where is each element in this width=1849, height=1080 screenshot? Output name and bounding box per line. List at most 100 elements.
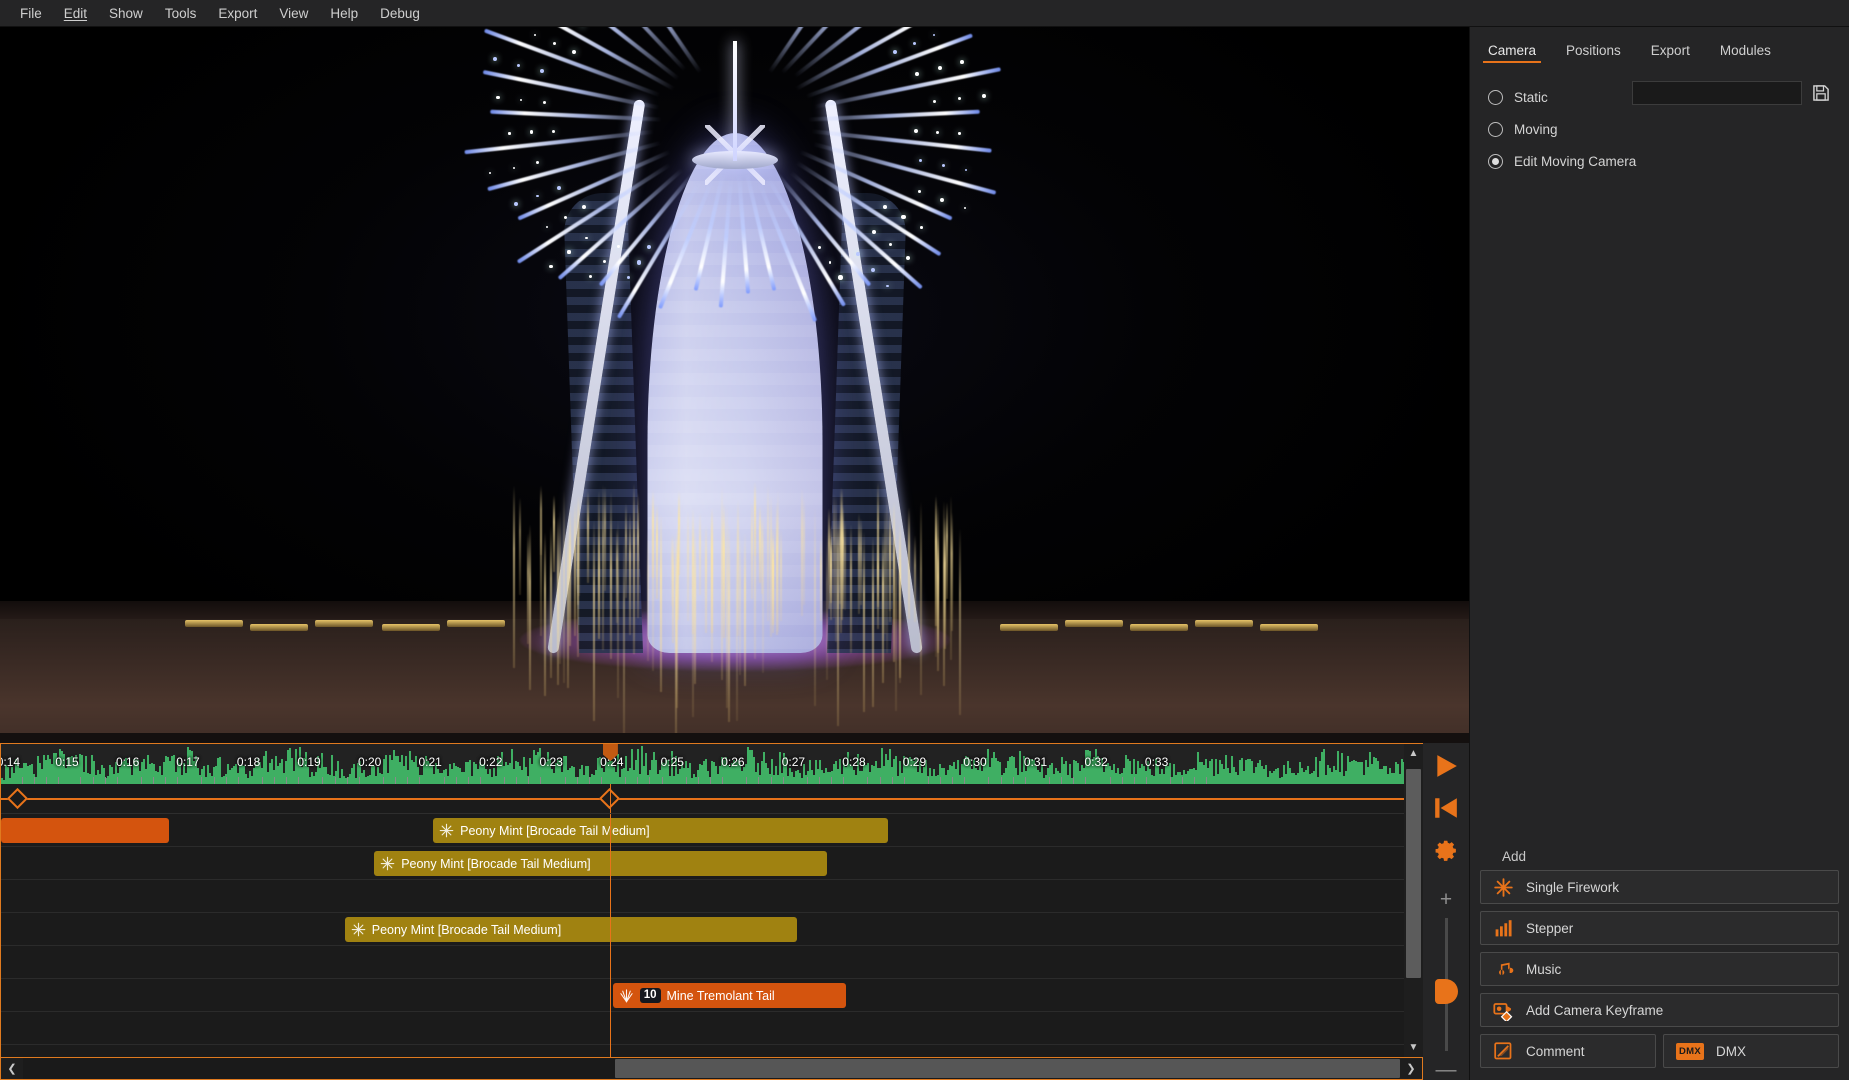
tab-positions[interactable]: Positions bbox=[1554, 37, 1633, 67]
scene-viewport-3d[interactable] bbox=[0, 27, 1469, 743]
timeline-minor-tick bbox=[80, 777, 81, 784]
timeline-minor-tick bbox=[880, 777, 881, 784]
clip-tracks[interactable]: Peony Mint [Brocade Tail Medium] Peony Mi… bbox=[1, 814, 1404, 1057]
menu-item-export[interactable]: Export bbox=[207, 2, 268, 25]
tab-modules[interactable]: Modules bbox=[1708, 37, 1783, 67]
menu-item-edit[interactable]: Edit bbox=[53, 2, 98, 25]
firework-spark bbox=[883, 205, 887, 209]
cascade-tail bbox=[835, 495, 837, 643]
timeline-clip[interactable]: Peony Mint [Brocade Tail Medium] bbox=[374, 851, 827, 876]
timeline-track-row[interactable] bbox=[1, 1012, 1404, 1045]
timeline-minor-tick bbox=[1134, 777, 1135, 784]
scroll-up-icon[interactable]: ▲ bbox=[1404, 744, 1423, 763]
scroll-left-icon[interactable]: ❮ bbox=[1, 1058, 23, 1079]
scroll-down-icon[interactable]: ▼ bbox=[1404, 1038, 1423, 1057]
cascade-tail bbox=[647, 528, 649, 661]
menu-item-show[interactable]: Show bbox=[98, 2, 154, 25]
playhead-handle[interactable] bbox=[603, 744, 618, 761]
timeline-settings-button[interactable] bbox=[1429, 833, 1463, 867]
timeline-minor-tick bbox=[1073, 777, 1074, 784]
zoom-slider-track[interactable] bbox=[1445, 918, 1448, 1051]
cascade-tail bbox=[920, 501, 922, 695]
tab-export[interactable]: Export bbox=[1639, 37, 1702, 67]
menu-item-tools[interactable]: Tools bbox=[154, 2, 208, 25]
hscroll-track[interactable] bbox=[23, 1058, 1400, 1079]
timeline-clip[interactable]: Peony Mint [Brocade Tail Medium] bbox=[345, 917, 797, 942]
camera-mode-edit-moving[interactable]: Edit Moving Camera bbox=[1488, 145, 1831, 177]
timeline-clip-selected[interactable] bbox=[1, 818, 169, 843]
timeline-track-row[interactable] bbox=[1, 946, 1404, 979]
timeline-horizontal-scrollbar[interactable]: ❮ ❯ bbox=[0, 1058, 1423, 1080]
play-icon bbox=[1433, 753, 1459, 779]
add-dmx-button[interactable]: DMX DMX bbox=[1663, 1034, 1839, 1068]
zoom-in-icon[interactable]: + bbox=[1440, 889, 1452, 910]
cascade-tail bbox=[676, 530, 678, 708]
audio-waveform[interactable]: 0:140:150:160:170:180:190:200:210:220:23… bbox=[1, 744, 1404, 784]
timeline-minor-tick bbox=[686, 777, 687, 784]
cascade-tail bbox=[593, 519, 595, 721]
gear-icon bbox=[1434, 838, 1459, 863]
music-note-icon bbox=[1493, 959, 1514, 980]
add-single-firework-button[interactable]: Single Firework bbox=[1480, 870, 1839, 904]
timeline-clip[interactable]: Peony Mint [Brocade Tail Medium] bbox=[433, 818, 888, 843]
timeline-minor-tick bbox=[468, 777, 469, 784]
timeline-playhead[interactable] bbox=[610, 814, 611, 1057]
menu-item-view[interactable]: View bbox=[268, 2, 319, 25]
zoom-slider-handle[interactable] bbox=[1435, 979, 1458, 1004]
timeline-canvas[interactable]: 0:140:150:160:170:180:190:200:210:220:23… bbox=[0, 743, 1404, 1058]
firework-spark bbox=[493, 57, 497, 61]
timeline-zoom-slider[interactable]: + — bbox=[1423, 889, 1469, 1080]
timeline-minor-tick bbox=[238, 777, 239, 784]
timeline-vertical-scrollbar[interactable]: ▲ ▼ bbox=[1404, 743, 1423, 1058]
cascade-tail bbox=[728, 523, 730, 722]
camera-keyframe-track[interactable] bbox=[1, 784, 1404, 814]
timeline-minor-tick bbox=[201, 777, 202, 784]
menu-item-file[interactable]: File bbox=[9, 2, 53, 25]
timeline-track-row[interactable] bbox=[1, 880, 1404, 913]
firework-spark bbox=[496, 96, 499, 99]
camera-keyframe-marker[interactable] bbox=[7, 788, 28, 809]
add-panel-title: Add bbox=[1480, 849, 1839, 870]
menu-item-help[interactable]: Help bbox=[319, 2, 369, 25]
radio-moving[interactable] bbox=[1488, 122, 1503, 137]
timeline-minor-tick bbox=[698, 777, 699, 784]
timeline-minor-tick bbox=[347, 777, 348, 784]
timeline-clip[interactable]: 10Mine Tremolant Tail bbox=[613, 983, 846, 1008]
zoom-out-icon[interactable]: — bbox=[1436, 1059, 1457, 1080]
scroll-right-icon[interactable]: ❯ bbox=[1400, 1058, 1422, 1079]
timeline-minor-tick bbox=[1085, 777, 1086, 784]
add-music-button[interactable]: Music bbox=[1480, 952, 1839, 986]
camera-name-input[interactable] bbox=[1632, 81, 1802, 105]
add-bottom-row: Comment DMX DMX bbox=[1480, 1034, 1839, 1068]
cascade-tail bbox=[780, 529, 782, 621]
cascade-tail bbox=[678, 491, 680, 574]
rewind-to-start-button[interactable] bbox=[1429, 791, 1463, 825]
timeline-minor-tick bbox=[214, 777, 215, 784]
vscroll-track[interactable] bbox=[1404, 763, 1423, 1038]
timeline-minor-tick bbox=[1061, 777, 1062, 784]
add-camera-keyframe-button[interactable]: Add Camera Keyframe bbox=[1480, 993, 1839, 1027]
firework-spark bbox=[589, 275, 592, 278]
add-comment-button[interactable]: Comment bbox=[1480, 1034, 1656, 1068]
menu-item-debug[interactable]: Debug bbox=[369, 2, 431, 25]
add-stepper-button[interactable]: Stepper bbox=[1480, 911, 1839, 945]
timeline-minor-tick bbox=[758, 777, 759, 784]
play-button[interactable] bbox=[1429, 749, 1463, 783]
add-music-label: Music bbox=[1526, 962, 1561, 977]
timeline-minor-tick bbox=[419, 777, 420, 784]
radio-static[interactable] bbox=[1488, 90, 1503, 105]
timeline-minor-tick bbox=[831, 777, 832, 784]
timeline-minor-tick bbox=[662, 777, 663, 784]
floppy-disk-save-icon[interactable] bbox=[1811, 83, 1831, 103]
vscroll-thumb[interactable] bbox=[1406, 769, 1421, 978]
camera-mode-moving[interactable]: Moving bbox=[1488, 113, 1831, 145]
firework-spark bbox=[564, 216, 567, 219]
timeline-minor-tick bbox=[565, 777, 566, 784]
cascade-tail bbox=[844, 519, 846, 611]
radio-edit-moving-camera[interactable] bbox=[1488, 154, 1503, 169]
cascade-tail bbox=[776, 502, 778, 635]
hscroll-thumb[interactable] bbox=[615, 1059, 1400, 1078]
timeline-minor-tick bbox=[1206, 777, 1207, 784]
firework-spark bbox=[617, 245, 619, 247]
tab-camera[interactable]: Camera bbox=[1476, 37, 1548, 67]
